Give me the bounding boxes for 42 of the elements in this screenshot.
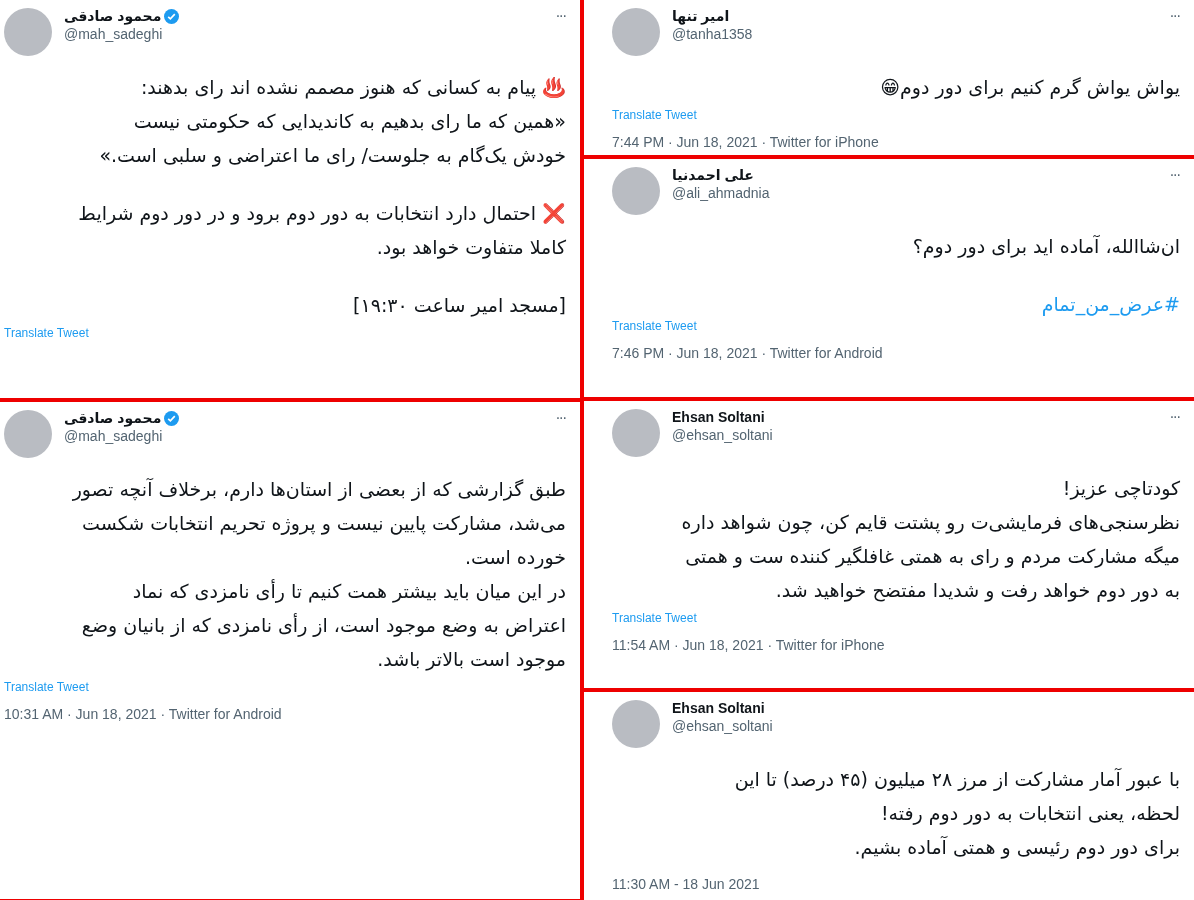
tweet-text: طبق گزارشی که از بعضی از استان‌ها دارم، برخلاف آنچه تصور می‌شد، مشارکت پایین نیست و پروژه تحریم انتخابات شکست خورده است. در این میان باید بیشتر همت کنیم تا رأی نامزدی که نماد اعتراض به وضع موجود است، از رأی نامزدی که از بانیان وضع موجود است بالاتر باشد. xyxy=(71,477,566,673)
more-options-button[interactable]: ··· xyxy=(1169,409,1180,425)
more-options-button[interactable]: ··· xyxy=(1169,167,1180,183)
user-name: امیر تنها xyxy=(672,8,730,24)
tweet-text: ان‌شاالله، آماده اید برای دور دوم؟ xyxy=(911,234,1180,260)
translate-tweet-link[interactable]: Translate Tweet xyxy=(4,326,89,340)
avatar-placeholder xyxy=(4,410,52,458)
avatar-placeholder xyxy=(4,8,52,56)
tweet-timestamp: 11:30 AM - 18 Jun 2021 xyxy=(612,876,761,892)
user-handle: @ehsan_soltani xyxy=(672,718,774,734)
tweet-timestamp: 7:46 PM · Jun 18, 2021 · Twitter for Android xyxy=(612,345,884,361)
user-handle: @ehsan_soltani xyxy=(672,427,774,443)
user-name: Ehsan Soltani xyxy=(672,700,765,716)
user-name: محمود صادقی xyxy=(64,410,162,426)
tweet-text: کودتاچی عزیز! نظرسنجی‌های فرمایشی‌ت رو پشتت قایم کن، چون شواهد داره میگه مشارکت مردم و رای به همتی غافلگیر کننده ست و همتی به دور دوم خواهد رفت و شدیدا مفتضح خواهید شد. xyxy=(680,476,1180,604)
user-handle: @mah_sadeghi xyxy=(64,26,164,42)
tweet-timestamp: 11:54 AM · Jun 18, 2021 · Twitter for iPhone xyxy=(612,637,886,653)
tweet-text: یواش یواش گرم کنیم برای دور دوم😁 xyxy=(879,75,1180,101)
translate-tweet-link[interactable]: Translate Tweet xyxy=(4,680,89,694)
more-options-button[interactable]: ··· xyxy=(1169,8,1180,24)
translate-tweet-link[interactable]: Translate Tweet xyxy=(612,611,697,625)
translate-tweet-link[interactable]: Translate Tweet xyxy=(612,108,697,122)
avatar-placeholder xyxy=(612,409,660,457)
tweet-timestamp: 7:44 PM · Jun 18, 2021 · Twitter for iPhone xyxy=(612,134,880,150)
tweet-timestamp: 10:31 AM · Jun 18, 2021 · Twitter for Android xyxy=(4,706,283,722)
tweet-text: ♨ پیام به کسانی که هنوز مصمم نشده اند رای بدهند: «همین که ما رای بدهیم به کاندیدایی که حکومتی نیست خودش یک‌گام به جلوست/ رای ما اعتراضی و سلبی است.» xyxy=(98,75,566,169)
user-name: علی احمدنیا xyxy=(672,167,754,183)
tweet-text: با عبور آمار مشارکت از مرز ۲۸ میلیون (۴۵ درصد) تا این لحظه، یعنی انتخابات به دور دوم رفته! برای دور دوم رئیسی و همتی آماده بشیم. xyxy=(733,767,1180,861)
user-name: محمود صادقی xyxy=(64,8,162,24)
more-options-button[interactable]: ··· xyxy=(555,8,566,24)
user-handle: @mah_sadeghi xyxy=(64,428,164,444)
tweet-text: ❌ احتمال دارد انتخابات به دور دوم برود و در دور دوم شرایط کاملا متفاوت خواهد بود. xyxy=(77,201,566,261)
tweet-text: [مسجد امیر ساعت ۱۹:۳۰] xyxy=(352,293,566,319)
avatar-placeholder xyxy=(612,8,660,56)
avatar-placeholder xyxy=(612,700,660,748)
hashtag-link[interactable]: #عرض_من_تمام xyxy=(612,293,1180,315)
user-handle: @ali_ahmadnia xyxy=(672,185,771,201)
translate-tweet-link[interactable]: Translate Tweet xyxy=(612,319,697,333)
user-handle: @tanha1358 xyxy=(672,26,754,42)
avatar-placeholder xyxy=(612,167,660,215)
more-options-button[interactable]: ··· xyxy=(555,410,566,426)
user-name: Ehsan Soltani xyxy=(672,409,765,425)
